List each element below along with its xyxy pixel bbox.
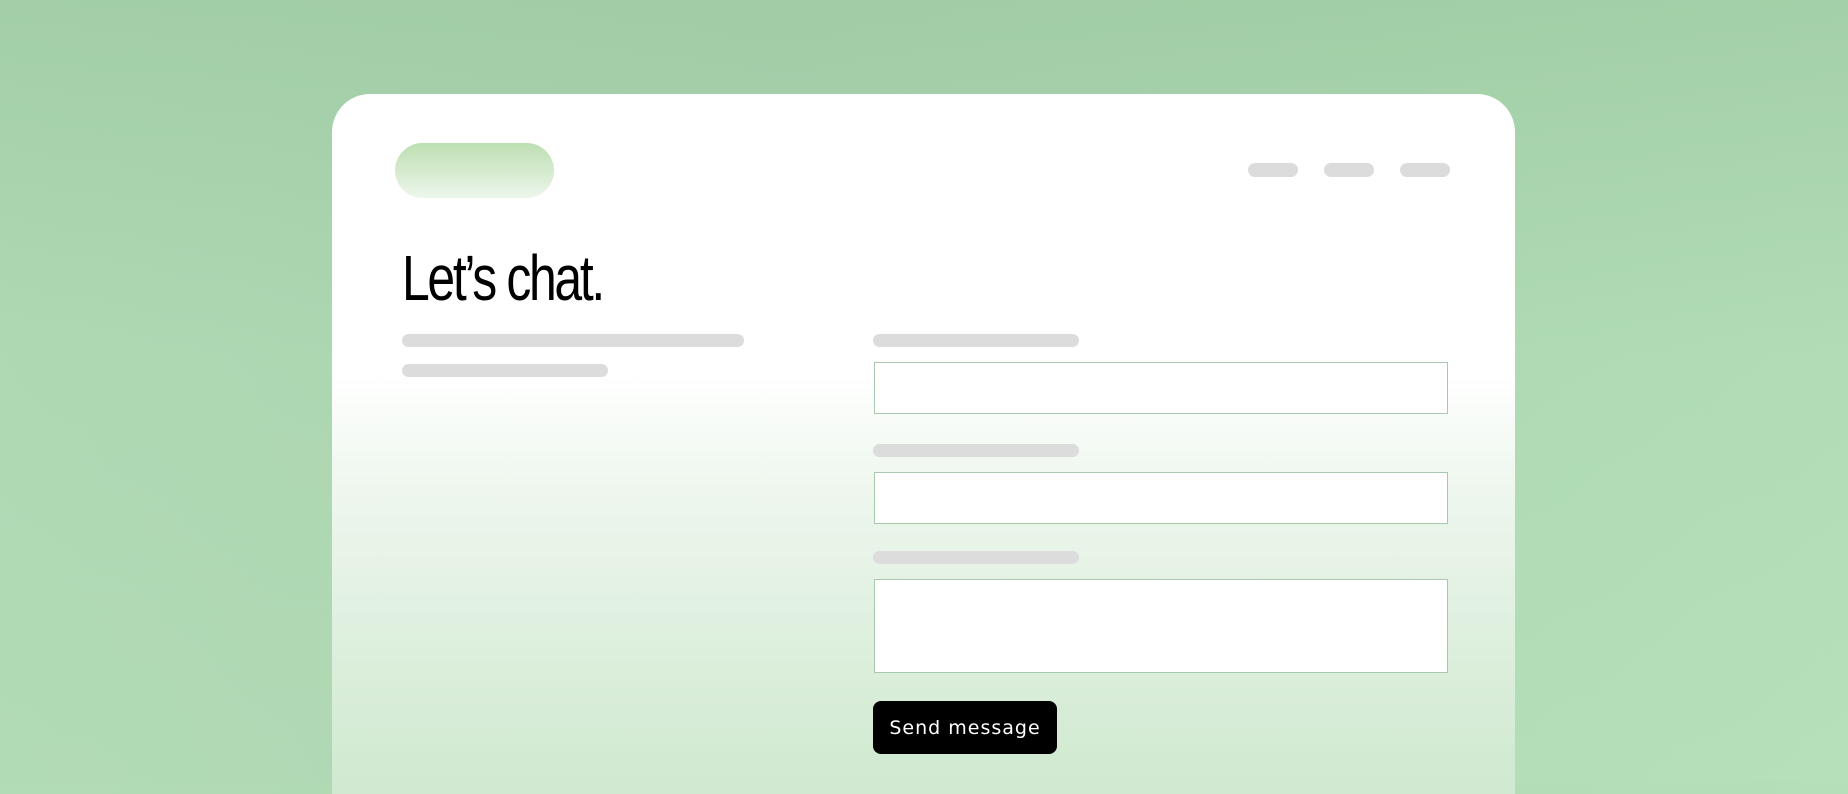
logo[interactable] <box>395 143 554 198</box>
intro-text-line-1 <box>402 334 744 347</box>
nav-item-3[interactable] <box>1400 163 1450 177</box>
page-title: Let’s chat. <box>402 242 605 314</box>
contact-page-card: Let’s chat. Send message <box>332 94 1515 794</box>
nav-item-2[interactable] <box>1324 163 1374 177</box>
send-message-button[interactable]: Send message <box>873 701 1057 754</box>
field-label-2 <box>873 444 1079 457</box>
top-nav <box>1248 163 1450 177</box>
field-label-3 <box>873 551 1079 564</box>
contact-field-2-input[interactable] <box>874 472 1448 524</box>
field-label-1 <box>873 334 1079 347</box>
message-textarea[interactable] <box>874 579 1448 673</box>
intro-text-line-2 <box>402 364 608 377</box>
contact-field-1-input[interactable] <box>874 362 1448 414</box>
nav-item-1[interactable] <box>1248 163 1298 177</box>
